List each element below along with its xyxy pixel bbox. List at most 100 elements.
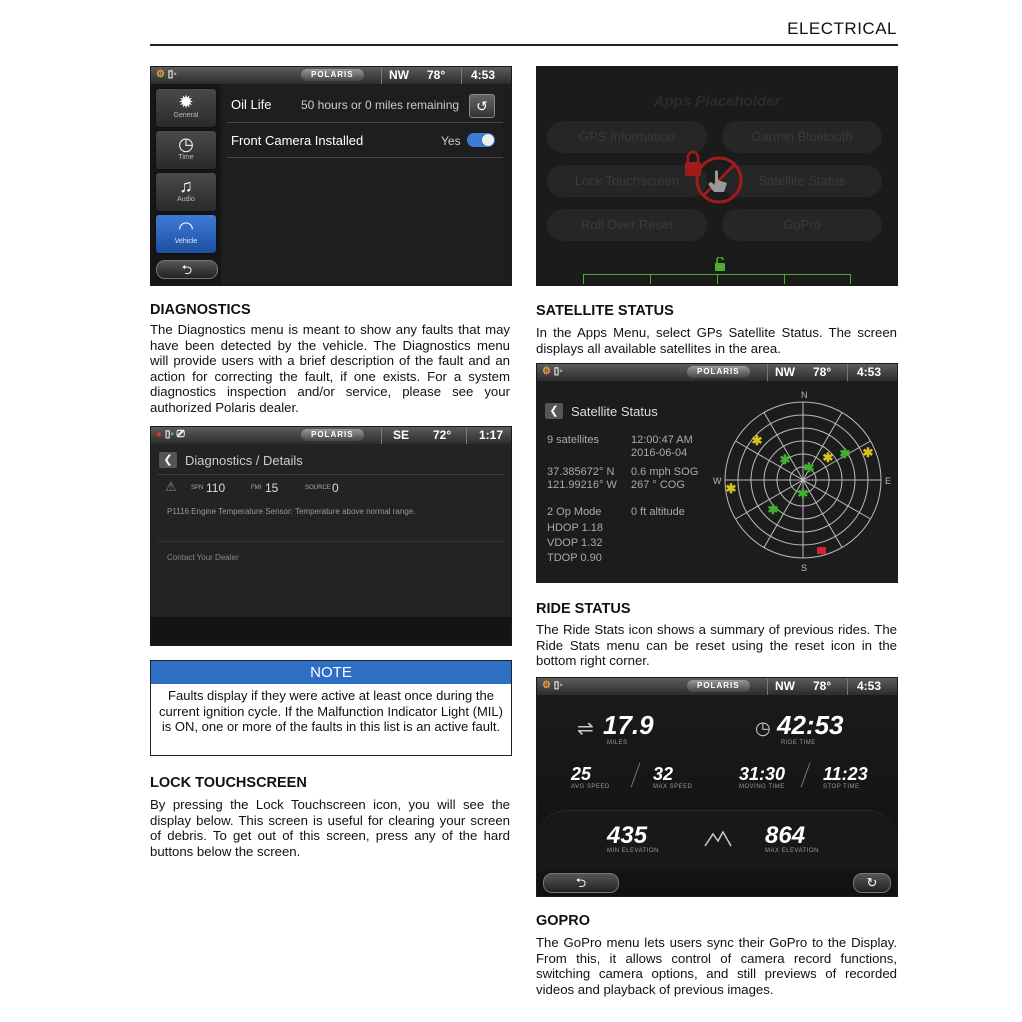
longitude: 121.99216° W (547, 479, 617, 491)
avg-speed-label: AVG SPEED (571, 784, 610, 790)
satellite-status-screen: ⚙ ▯◦ POLARIS NW 78° 4:53 ❮ Satellite Sta… (536, 363, 898, 583)
chevron-left-icon: ❮ (549, 405, 559, 417)
stop-time-label: STOP TIME (823, 784, 860, 790)
compass-direction: SE (393, 428, 410, 442)
nav-audio-button[interactable]: ♫ Audio (155, 172, 217, 212)
satellite-marker: ✱ (840, 446, 851, 461)
latitude: 37.385672° N (547, 466, 615, 478)
satellite-marker: ✱ (863, 445, 874, 460)
chevron-left-icon: ❮ (163, 454, 173, 466)
brand-badge: POLARIS (301, 69, 364, 81)
unlock-icon (715, 257, 725, 271)
satellite-count: 9 satellites (547, 434, 599, 446)
reset-oil-life-button[interactable]: ↺ (469, 94, 495, 118)
speedometer-icon: ◠ (178, 218, 194, 238)
satellite-status-heading: SATELLITE STATUS (536, 303, 674, 319)
fault-description: P1116 Engine Temperature Sensor: Tempera… (167, 507, 416, 516)
source-value: 0 (332, 481, 339, 495)
compass-south: S (801, 563, 808, 573)
warning-indicator-icons: ● ▯◦ ⎚ (156, 429, 185, 440)
altitude: 0 ft altitude (631, 506, 685, 518)
ride-status-text: The Ride Stats icon shows a summary of p… (536, 622, 897, 669)
miles-value: 17.9 (603, 710, 654, 740)
touch-locked-icon (685, 150, 743, 204)
apps-title: Apps Placeholder (653, 93, 781, 110)
nav-time-button[interactable]: ◷ Time (155, 130, 217, 170)
hdop: HDOP 1.18 (547, 522, 604, 534)
min-elevation-value: 435 (607, 822, 648, 849)
satellite-marker: ✱ (798, 486, 809, 501)
back-button[interactable]: ❮ (545, 403, 563, 419)
temperature: 78° (813, 679, 832, 693)
oil-life-label: Oil Life (231, 97, 272, 112)
front-camera-value: Yes (441, 134, 461, 148)
note-heading: NOTE (151, 661, 511, 684)
gopro-text: The GoPro menu lets users sync their GoP… (536, 935, 897, 997)
fmi-value: 15 (265, 481, 279, 495)
min-elevation-label: MIN ELEVATION (607, 848, 659, 854)
note-text: Faults display if they were active at le… (159, 688, 503, 735)
back-button[interactable]: ⮌ (156, 260, 218, 279)
vehicle-settings-screen: ⚙ ▯◦ POLARIS NW 78° 4:53 ✹ General ◷ Tim… (150, 66, 512, 286)
course-over-ground: 267 ° COG (631, 479, 685, 491)
satellite-marker: ✱ (823, 450, 834, 465)
moving-time-label: MOVING TIME (739, 784, 785, 790)
moving-time-value: 31:30 (739, 764, 786, 784)
ride-status-heading: RIDE STATUS (536, 601, 631, 617)
satellite-marker: ✱ (804, 460, 815, 475)
max-elevation-label: MAX ELEVATION (765, 848, 819, 854)
ride-stats-screen: ⚙ ▯◦ POLARIS NW 78° 4:53 ⇌ 17.9 MILES ◷ … (536, 677, 898, 897)
clock-icon: ◷ (178, 134, 194, 154)
brand-badge: POLARIS (687, 366, 750, 378)
max-speed-label: MAX SPEED (653, 784, 693, 790)
ride-time-label: RIDE TIME (781, 740, 816, 746)
compass-direction: NW (775, 365, 795, 379)
lock-touchscreen-screen: Apps Placeholder GPS Information Garmin … (536, 66, 898, 286)
status-bar: ⚙ ▯◦ POLARIS NW 78° 4:53 (537, 364, 897, 381)
screen-title: Satellite Status (571, 404, 658, 419)
spn-value: 110 (206, 481, 226, 495)
engine-icon: ⚙ ▯◦ (542, 680, 563, 691)
status-bar: ⚙ ▯◦ POLARIS NW 78° 4:53 (537, 678, 897, 695)
back-button[interactable]: ❮ (159, 452, 177, 468)
compass-west: W (713, 476, 722, 486)
reset-icon: ↺ (476, 98, 488, 114)
oil-life-value: 50 hours or 0 miles remaining (301, 98, 460, 112)
app-button: GoPro (722, 209, 882, 241)
reset-rides-button[interactable]: ↻ (853, 873, 891, 893)
diagnostics-screen: ● ▯◦ ⎚ POLARIS SE 72° 1:17 ❮ Diagnostics… (150, 426, 512, 646)
back-button[interactable]: ⮌ (543, 873, 619, 893)
clock: 1:17 (479, 428, 504, 442)
compass-direction: NW (389, 68, 409, 82)
gopro-heading: GOPRO (536, 913, 590, 929)
temperature: 78° (427, 68, 446, 82)
temperature: 72° (433, 428, 452, 442)
front-camera-toggle[interactable] (467, 133, 495, 147)
engine-icon: ⚙ ▯◦ (542, 366, 563, 377)
page-section-title: ELECTRICAL (787, 19, 897, 38)
nav-label: General (173, 112, 199, 119)
nav-label: Vehicle (174, 238, 198, 245)
nav-vehicle-button[interactable]: ◠ Vehicle (155, 214, 217, 254)
ride-time-value: 42:53 (777, 710, 844, 740)
diagnostics-heading: DIAGNOSTICS (150, 302, 251, 318)
satellite-marker: ✱ (752, 433, 763, 448)
compass-east: E (885, 476, 892, 486)
max-elevation-value: 864 (765, 822, 806, 849)
reset-icon: ↻ (866, 875, 878, 890)
lock-touchscreen-heading: LOCK TOUCHSCREEN (150, 775, 307, 791)
back-arrow-icon: ⮌ (575, 875, 587, 890)
gear-icon: ✹ (178, 92, 194, 112)
fault-action: Contact Your Dealer (167, 553, 239, 562)
back-arrow-icon: ⮌ (181, 262, 193, 277)
nav-label: Time (178, 154, 194, 161)
avg-speed-value: 25 (571, 764, 592, 784)
engine-icon: ⚙ ▯◦ (156, 69, 177, 80)
status-bar: ⚙ ▯◦ POLARIS NW 78° 4:53 (151, 67, 511, 84)
satellite-marker: ✱ (726, 481, 737, 496)
stop-time-value: 11:23 (823, 764, 868, 784)
music-note-icon: ♫ (179, 176, 193, 196)
brand-badge: POLARIS (687, 680, 750, 692)
nav-general-button[interactable]: ✹ General (155, 88, 217, 128)
screen-title: Diagnostics / Details (185, 453, 303, 468)
